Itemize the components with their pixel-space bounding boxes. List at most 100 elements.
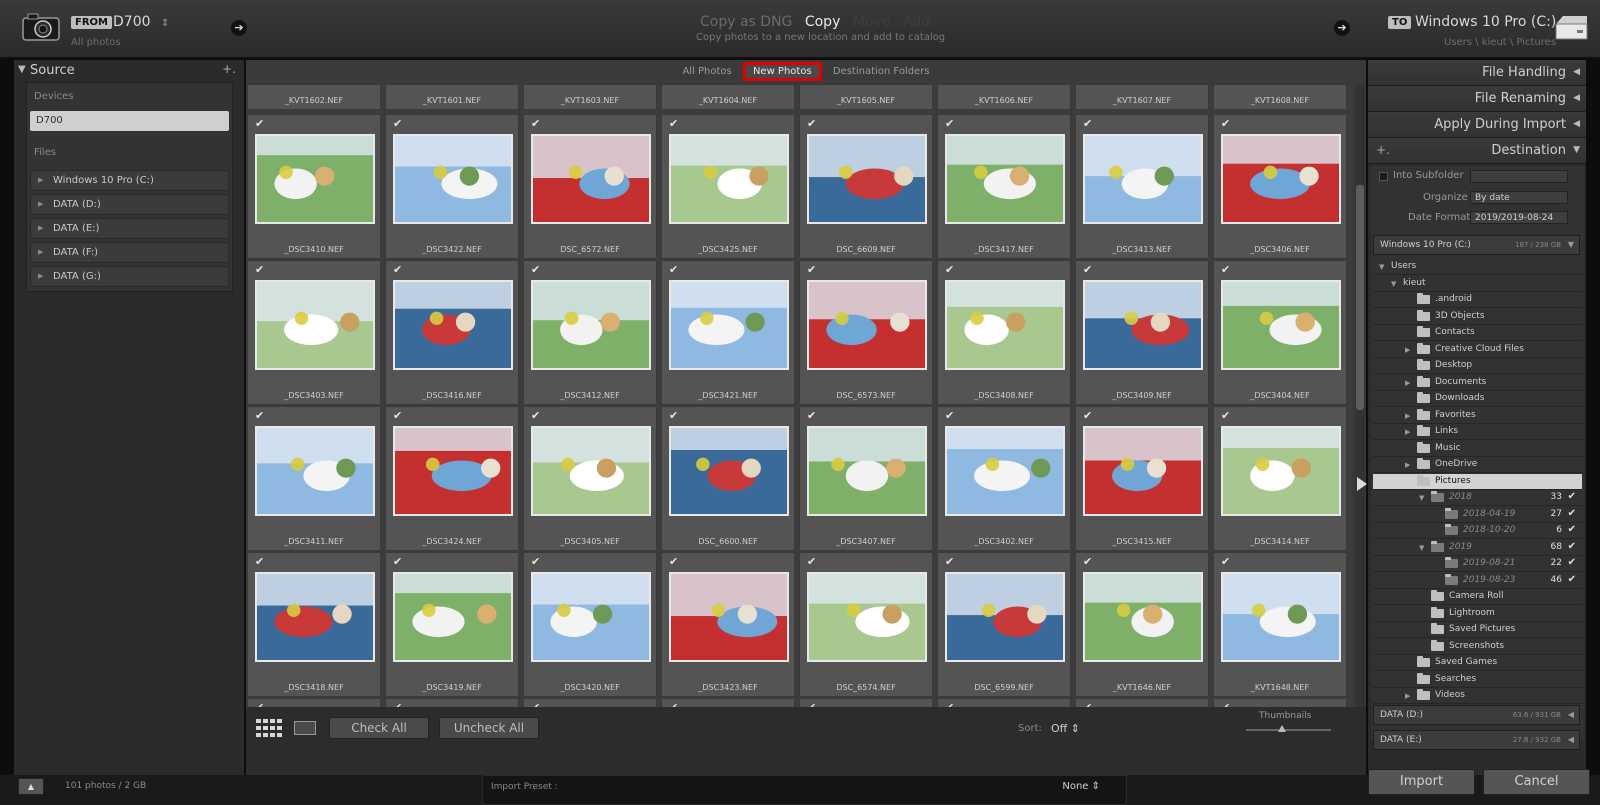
photo-thumbnail[interactable]: [393, 426, 513, 516]
photo-cell[interactable]: ✔ DSC_6599.NEF: [937, 552, 1071, 697]
photo-cell[interactable]: ✔ _DSC3408.NEF: [937, 260, 1071, 405]
photo-thumbnail[interactable]: [1221, 280, 1341, 370]
folder-item[interactable]: .android: [1373, 292, 1582, 308]
photo-thumbnail[interactable]: [1083, 134, 1203, 224]
tab-all-photos[interactable]: All Photos: [674, 64, 739, 79]
folder-item[interactable]: 2019-08-23 46 ✔: [1373, 573, 1582, 589]
folder-checkbox[interactable]: ✔: [1568, 541, 1576, 552]
photo-thumbnail[interactable]: [807, 426, 927, 516]
photo-checkbox[interactable]: ✔: [255, 409, 264, 422]
uncheck-all-button[interactable]: Uncheck All: [439, 717, 539, 739]
photo-checkbox[interactable]: ✔: [669, 409, 678, 422]
photo-cell[interactable]: ✔ _DSC3414.NEF: [1213, 406, 1347, 551]
photo-cell[interactable]: ✔ _DSC3406.NEF: [1213, 114, 1347, 259]
photo-cell[interactable]: ✔ _DSC3419.NEF: [385, 552, 519, 697]
expanded-triangle-icon[interactable]: ▼: [1419, 544, 1424, 552]
photo-cell[interactable]: ✔ _DSC3424.NEF: [385, 406, 519, 551]
photo-cell[interactable]: ✔ _DSC3402.NEF: [937, 406, 1071, 551]
apply-during-import-header[interactable]: Apply During Import ◀: [1368, 112, 1586, 138]
photo-cell[interactable]: _KVT1608.NEF: [1213, 85, 1347, 110]
folder-item[interactable]: Lightroom: [1373, 606, 1582, 622]
folder-item[interactable]: Searches: [1373, 672, 1582, 688]
photo-cell[interactable]: ✔ _DSC3420.NEF: [523, 552, 657, 697]
photo-thumbnail[interactable]: [255, 134, 375, 224]
photo-checkbox[interactable]: ✔: [945, 409, 954, 422]
sort-dropdown[interactable]: Off ⇕: [1051, 722, 1080, 735]
folder-item[interactable]: ▶ Links: [1373, 424, 1582, 440]
expanded-triangle-icon[interactable]: ▼: [1379, 263, 1384, 271]
photo-thumbnail[interactable]: [531, 426, 651, 516]
photo-cell[interactable]: ✔: [937, 698, 1071, 707]
destination-header[interactable]: +. Destination ▼: [1368, 138, 1586, 164]
photo-checkbox[interactable]: ✔: [1221, 263, 1230, 276]
drive-item-d[interactable]: DATA (D:): [30, 194, 229, 215]
collapsed-triangle-icon[interactable]: ▶: [1405, 379, 1410, 387]
folder-item[interactable]: ▶ OneDrive: [1373, 457, 1582, 473]
photo-cell[interactable]: ✔: [799, 698, 933, 707]
folder-item[interactable]: ▶ Documents: [1373, 375, 1582, 391]
photo-cell[interactable]: _KVT1606.NEF: [937, 85, 1071, 110]
folder-checkbox[interactable]: ✔: [1568, 574, 1576, 585]
collapsed-triangle-icon[interactable]: ▶: [1405, 461, 1410, 469]
photo-thumbnail[interactable]: [255, 572, 375, 662]
folder-item[interactable]: Desktop: [1373, 358, 1582, 374]
folder-item[interactable]: ▼ kieut: [1373, 276, 1582, 292]
photo-cell[interactable]: _KVT1602.NEF: [247, 85, 381, 110]
folder-item[interactable]: Screenshots: [1373, 639, 1582, 655]
plus-icon[interactable]: +.: [1376, 143, 1390, 157]
photo-cell[interactable]: ✔ _KVT1646.NEF: [1075, 552, 1209, 697]
collapsed-triangle-icon[interactable]: ▶: [1405, 412, 1410, 420]
volume-data-e[interactable]: DATA (E:) 27.8 / 932 GB ◀: [1373, 730, 1580, 750]
thumbnail-grid[interactable]: _KVT1602.NEF _KVT1601.NEF _KVT1603.NEF _KVT…: [246, 85, 1352, 707]
photo-checkbox[interactable]: ✔: [1221, 409, 1230, 422]
cancel-button[interactable]: Cancel: [1483, 769, 1590, 795]
plus-icon[interactable]: +.: [222, 62, 236, 76]
photo-checkbox[interactable]: ✔: [393, 263, 402, 276]
tab-new-photos[interactable]: New Photos: [742, 62, 822, 81]
photo-thumbnail[interactable]: [945, 426, 1065, 516]
photo-thumbnail[interactable]: [531, 280, 651, 370]
tab-destination-folders[interactable]: Destination Folders: [825, 64, 938, 79]
collapsed-triangle-icon[interactable]: ▶: [1405, 346, 1410, 354]
folder-item[interactable]: 2018-04-19 27 ✔: [1373, 507, 1582, 523]
folder-item[interactable]: ▶ Videos: [1373, 688, 1582, 704]
mode-move[interactable]: Move: [853, 14, 891, 30]
folder-checkbox[interactable]: ✔: [1568, 491, 1576, 502]
photo-checkbox[interactable]: ✔: [807, 117, 816, 130]
photo-checkbox[interactable]: ✔: [1083, 555, 1092, 568]
photo-thumbnail[interactable]: [1083, 572, 1203, 662]
into-subfolder-checkbox[interactable]: [1379, 172, 1388, 181]
folder-item[interactable]: ▶ Favorites: [1373, 408, 1582, 424]
subfolder-name-field[interactable]: [1470, 170, 1568, 183]
photo-thumbnail[interactable]: [531, 572, 651, 662]
mode-add[interactable]: Add: [903, 14, 930, 30]
thumbnail-size-slider[interactable]: [1246, 729, 1331, 731]
photo-cell[interactable]: ✔ _DSC3416.NEF: [385, 260, 519, 405]
photo-cell[interactable]: _KVT1607.NEF: [1075, 85, 1209, 110]
grid-view-icon[interactable]: [256, 719, 282, 737]
photo-cell[interactable]: ✔ _DSC3418.NEF: [247, 552, 381, 697]
photo-thumbnail[interactable]: [1083, 426, 1203, 516]
folder-item[interactable]: Pictures: [1373, 473, 1582, 490]
photo-checkbox[interactable]: ✔: [1221, 117, 1230, 130]
photo-checkbox[interactable]: ✔: [255, 555, 264, 568]
collapsed-triangle-icon[interactable]: ▶: [1405, 428, 1410, 436]
photo-cell[interactable]: ✔ DSC_6600.NEF: [661, 406, 795, 551]
photo-thumbnail[interactable]: [807, 572, 927, 662]
photo-thumbnail[interactable]: [669, 134, 789, 224]
folder-item[interactable]: ▼ Users: [1373, 259, 1582, 275]
photo-thumbnail[interactable]: [669, 572, 789, 662]
photo-checkbox[interactable]: ✔: [255, 117, 264, 130]
photo-checkbox[interactable]: ✔: [531, 263, 540, 276]
photo-checkbox[interactable]: ✔: [669, 555, 678, 568]
photo-checkbox[interactable]: ✔: [393, 555, 402, 568]
source-panel-header[interactable]: ▼ Source +.: [14, 60, 244, 82]
photo-thumbnail[interactable]: [1083, 280, 1203, 370]
folder-item[interactable]: 2019-08-21 22 ✔: [1373, 556, 1582, 572]
collapsed-triangle-icon[interactable]: ▶: [1405, 692, 1410, 700]
photo-cell[interactable]: ✔ _DSC3422.NEF: [385, 114, 519, 259]
folder-item[interactable]: ▶ Creative Cloud Files: [1373, 342, 1582, 358]
photo-cell[interactable]: ✔ _DSC3423.NEF: [661, 552, 795, 697]
folder-item[interactable]: Saved Pictures: [1373, 622, 1582, 638]
photo-thumbnail[interactable]: [945, 572, 1065, 662]
